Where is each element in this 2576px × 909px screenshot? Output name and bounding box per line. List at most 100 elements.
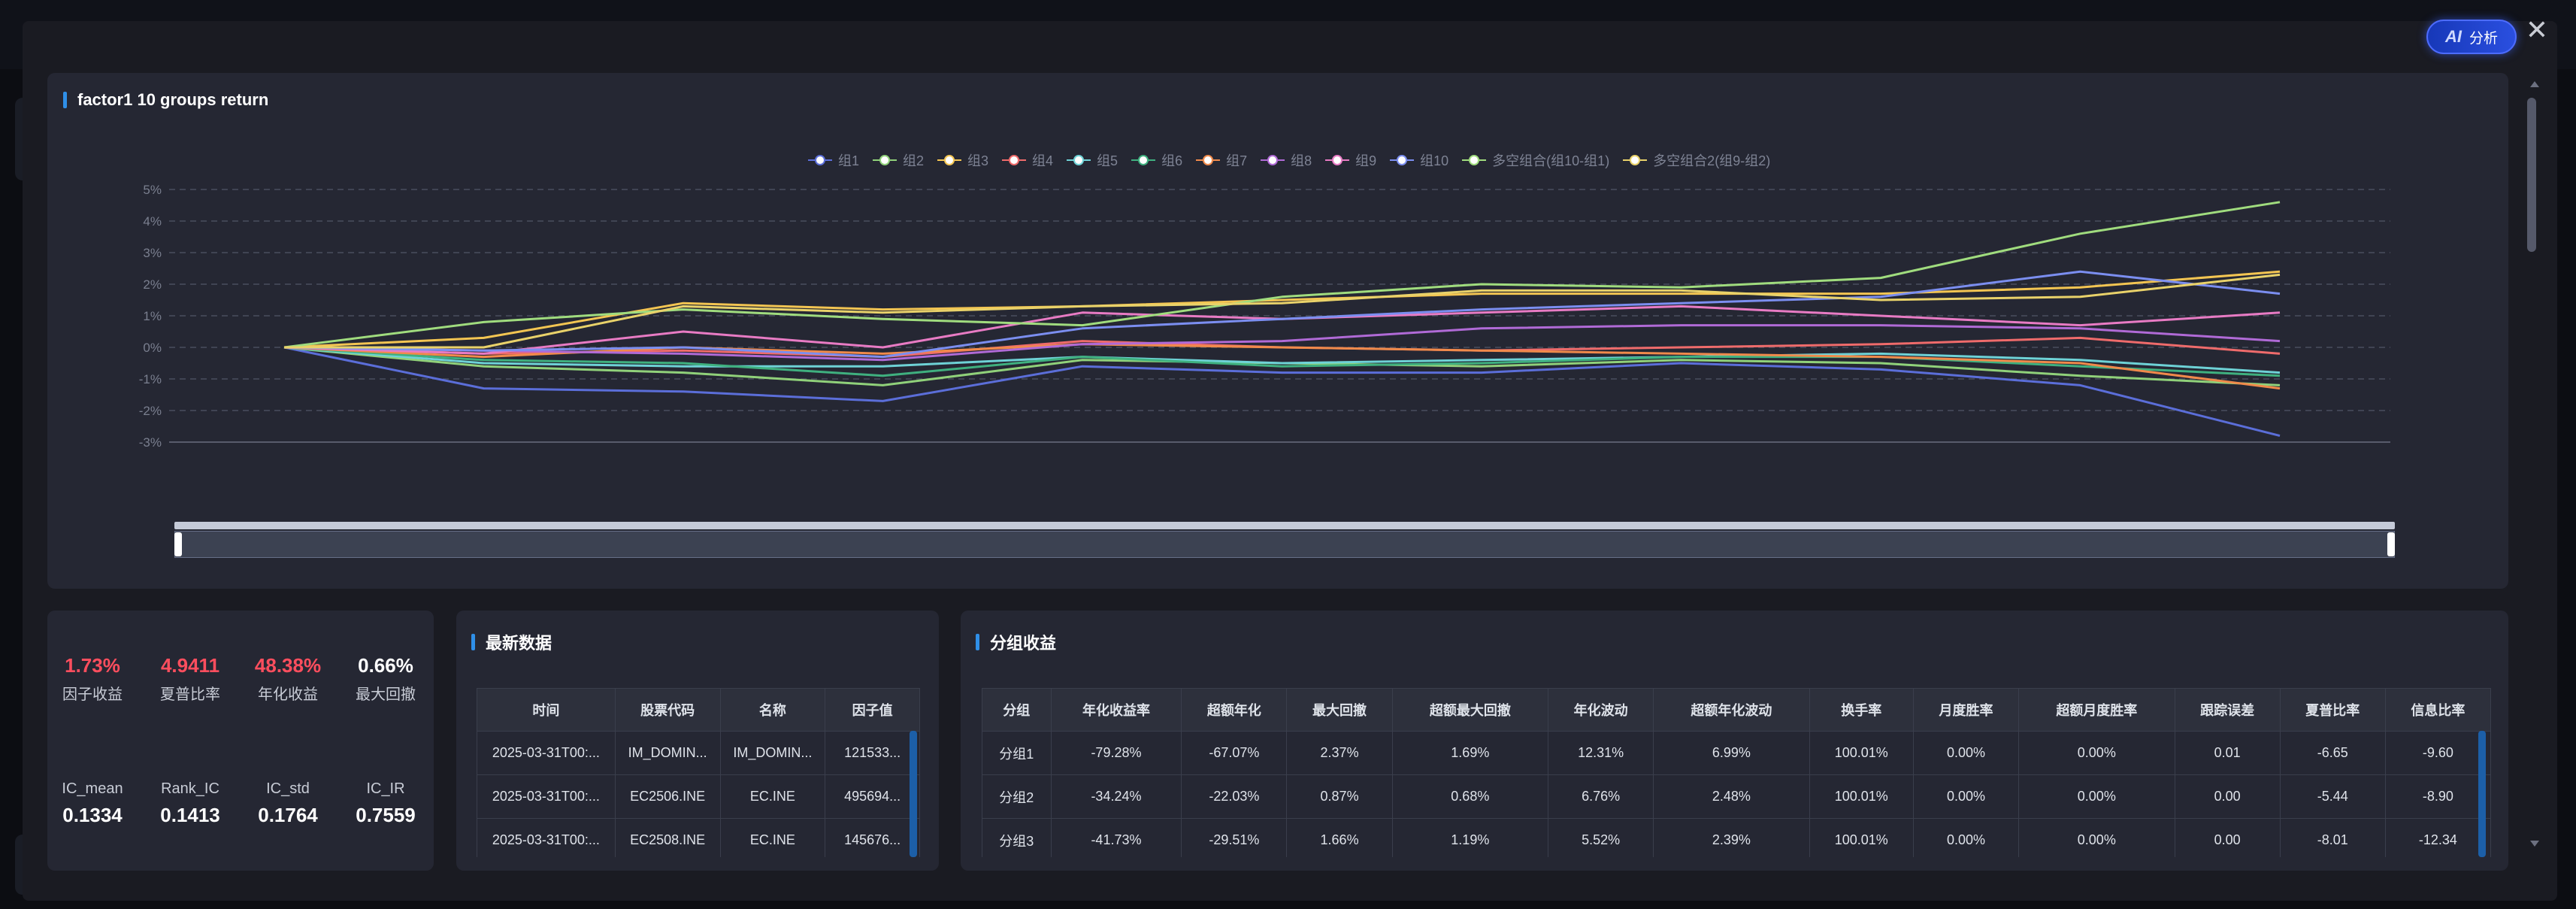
- group-returns-table-wrap[interactable]: 分组 年化收益率 超额年化 最大回撤 超额最大回撤 年化波动 超额年化波动 换手率 月度胜率 超额…: [982, 688, 2491, 857]
- legend-item[interactable]: 组5: [1067, 150, 1118, 170]
- table-cell: -34.24%: [1050, 774, 1182, 819]
- y-tick-label: -1%: [139, 372, 162, 386]
- column-header: 分组: [982, 688, 1052, 732]
- table-header-row: 时间 股票代码 名称 因子值: [477, 688, 920, 732]
- metric-value: 0.7559: [356, 804, 416, 826]
- title-accent: [63, 92, 67, 108]
- table-cell: 分组2: [982, 774, 1052, 819]
- legend-item[interactable]: 组2: [873, 150, 924, 170]
- scroll-down-caret[interactable]: [2530, 841, 2539, 847]
- table-cell: 分组1: [982, 731, 1052, 775]
- group-table-scrollbar[interactable]: [2478, 731, 2486, 857]
- column-header: 月度胜率: [1912, 688, 2020, 732]
- table-cell: 5.52%: [1548, 818, 1654, 857]
- series-line[interactable]: [283, 201, 2281, 349]
- metric-max-drawdown: 0.66% 最大回撤: [341, 654, 431, 704]
- table-cell: 分组3: [982, 818, 1052, 857]
- table-cell: 6.99%: [1653, 731, 1810, 775]
- table-row[interactable]: 分组3 -41.73% -29.51% 1.66% 1.19% 5.52% 2.39% 100…: [982, 818, 2491, 857]
- column-header: 超额月度胜率: [2018, 688, 2175, 732]
- slider-handle-right[interactable]: [2387, 532, 2395, 556]
- latest-table-scrollbar[interactable]: [910, 731, 917, 857]
- table-cell: -8.90: [2384, 774, 2491, 819]
- legend-marker-icon: [808, 153, 832, 167]
- column-header: 年化收益率: [1050, 688, 1182, 732]
- column-header: 超额年化: [1181, 688, 1288, 732]
- modal-scrollbar-thumb[interactable]: [2527, 98, 2536, 252]
- table-row[interactable]: 分组1 -79.28% -67.07% 2.37% 1.69% 12.31% 6.99% 10…: [982, 731, 2491, 775]
- slider-window[interactable]: [174, 531, 2395, 558]
- legend-item[interactable]: 组7: [1196, 150, 1247, 170]
- legend-label: 组9: [1355, 153, 1377, 168]
- y-tick-label: 0%: [143, 341, 162, 355]
- slider-handle-left[interactable]: [174, 532, 182, 556]
- table-row[interactable]: 2025-03-31T00:... EC2506.INE EC.INE 495694.…: [477, 774, 920, 819]
- table-cell: 495694...: [825, 774, 920, 819]
- legend-label: 组2: [903, 153, 925, 168]
- group-returns-table: 分组 年化收益率 超额年化 最大回撤 超额最大回撤 年化波动 超额年化波动 换手率 月度胜率 超额…: [982, 688, 2491, 857]
- metric-label: IC_IR: [366, 780, 405, 797]
- table-cell: 0.00%: [1912, 818, 2020, 857]
- table-cell: 12.31%: [1548, 731, 1654, 775]
- metrics-grid: 1.73% 因子收益 4.9411 夏普比率 48.38% 年化收益 0.66%…: [47, 611, 434, 859]
- table-cell: 100.01%: [1809, 731, 1914, 775]
- legend-marker-icon: [1131, 153, 1156, 167]
- legend-marker-icon: [1462, 153, 1487, 167]
- table-cell: 2025-03-31T00:...: [477, 731, 616, 775]
- table-cell: -6.65: [2279, 731, 2386, 775]
- legend-item[interactable]: 组6: [1131, 150, 1182, 170]
- legend-item[interactable]: 组9: [1325, 150, 1376, 170]
- column-header: 信息比率: [2384, 688, 2491, 732]
- table-cell: EC.INE: [719, 818, 826, 857]
- table-cell: IM_DOMIN...: [719, 731, 826, 775]
- ai-icon: AI: [2444, 27, 2462, 46]
- metric-annual-return: 48.38% 年化收益: [243, 654, 333, 704]
- legend-item[interactable]: 组3: [937, 150, 988, 170]
- table-cell: -79.28%: [1050, 731, 1182, 775]
- table-row[interactable]: 2025-03-31T00:... EC2508.INE EC.INE 145676.…: [477, 818, 920, 857]
- legend-item[interactable]: 多空组合(组10-组1): [1462, 150, 1609, 170]
- legend-label: 组3: [967, 153, 989, 168]
- ai-analyze-label: 分析: [2469, 30, 2498, 47]
- y-tick-label: -3%: [139, 435, 162, 450]
- series-line[interactable]: [283, 270, 2281, 349]
- latest-data-table-wrap[interactable]: 时间 股票代码 名称 因子值 2025-03-31T00:... IM_DOMIN...…: [477, 688, 920, 857]
- metric-value: 4.9411: [160, 654, 220, 677]
- table-row[interactable]: 2025-03-31T00:... IM_DOMIN... IM_DOMIN... 1…: [477, 731, 920, 775]
- data-zoom-slider[interactable]: [174, 522, 2395, 559]
- legend-label: 多空组合2(组9-组2): [1653, 153, 1771, 168]
- y-tick-label: 2%: [143, 277, 162, 292]
- series-line[interactable]: [284, 273, 2281, 349]
- table-cell: 0.00: [2174, 818, 2281, 857]
- table-cell: -41.73%: [1050, 818, 1182, 857]
- table-body: 2025-03-31T00:... IM_DOMIN... IM_DOMIN... 1…: [477, 731, 920, 857]
- metric-rank-ic: Rank_IC 0.1413: [145, 780, 235, 827]
- legend-marker-icon: [1002, 153, 1027, 167]
- column-header: 因子值: [825, 688, 920, 732]
- chart-title: factor1 10 groups return: [63, 90, 268, 110]
- table-body: 分组1 -79.28% -67.07% 2.37% 1.69% 12.31% 6.99% 10…: [982, 731, 2491, 857]
- table-row[interactable]: 分组2 -34.24% -22.03% 0.87% 0.68% 6.76% 2.48% 100…: [982, 774, 2491, 819]
- legend-item[interactable]: 组8: [1261, 150, 1312, 170]
- legend-marker-icon: [1067, 153, 1091, 167]
- line-chart: 5% 4% 3% 2% 1% 0% -1% -2% -3%: [139, 183, 2390, 450]
- legend-item[interactable]: 组4: [1002, 150, 1053, 170]
- metric-label: IC_mean: [62, 780, 123, 797]
- ai-analyze-button[interactable]: AI 分析: [2426, 20, 2517, 54]
- legend-label: 组1: [838, 153, 860, 168]
- close-icon[interactable]: ✕: [2522, 15, 2552, 45]
- table-cell: -29.51%: [1181, 818, 1288, 857]
- table-cell: EC2506.INE: [614, 774, 721, 819]
- legend-marker-icon: [1390, 153, 1415, 167]
- legend-item[interactable]: 组1: [808, 150, 859, 170]
- modal-scrollbar[interactable]: [2527, 98, 2536, 850]
- scroll-up-caret[interactable]: [2530, 81, 2539, 87]
- legend-label: 组8: [1291, 153, 1312, 168]
- legend-label: 组10: [1420, 153, 1449, 168]
- metric-value: 1.73%: [65, 654, 120, 677]
- legend-item[interactable]: 组10: [1390, 150, 1448, 170]
- metric-value: 0.66%: [358, 654, 413, 677]
- metric-value: 0.1334: [62, 804, 123, 826]
- legend-item[interactable]: 多空组合2(组9-组2): [1623, 150, 1770, 170]
- table-cell: 2025-03-31T00:...: [477, 774, 616, 819]
